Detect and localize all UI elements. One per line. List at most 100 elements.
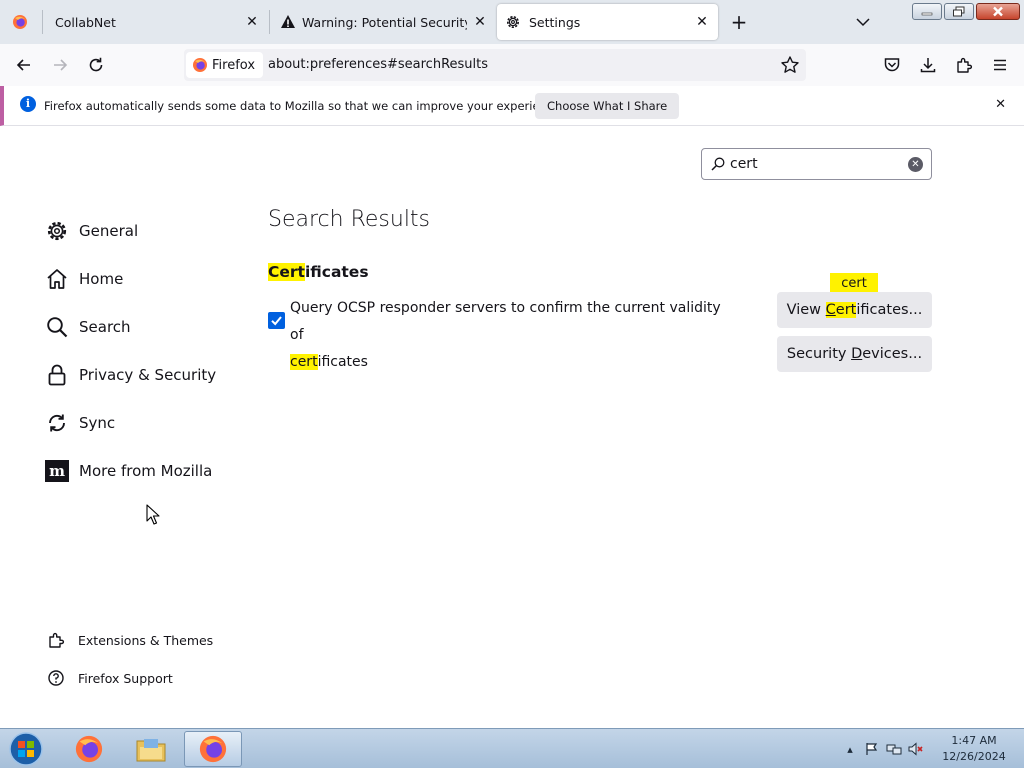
sidebar-footer: Extensions & Themes Firefox Support bbox=[46, 621, 213, 697]
url-bar[interactable]: Firefox about:preferences#searchResults bbox=[184, 49, 806, 81]
gear-icon bbox=[507, 16, 519, 28]
sidebar-item-privacy[interactable]: Privacy & Security bbox=[44, 351, 244, 399]
firefox-icon bbox=[193, 58, 207, 72]
windows-taskbar: ▴ 1:47 AM 12/26/2024 bbox=[0, 728, 1024, 768]
close-icon[interactable]: ✕ bbox=[244, 14, 260, 30]
mouse-cursor-icon bbox=[146, 504, 160, 525]
action-center-flag-icon[interactable] bbox=[864, 741, 880, 757]
downloads-button[interactable] bbox=[916, 53, 940, 77]
pocket-button[interactable] bbox=[880, 53, 904, 77]
extensions-button[interactable] bbox=[952, 53, 976, 77]
search-highlight: Cert bbox=[268, 263, 305, 281]
search-icon bbox=[711, 157, 725, 171]
accesskey: D bbox=[851, 346, 863, 362]
tab-settings[interactable]: Settings ✕ bbox=[497, 4, 718, 40]
forward-button[interactable] bbox=[48, 53, 72, 77]
restore-button[interactable] bbox=[944, 3, 974, 20]
start-button[interactable] bbox=[6, 731, 46, 767]
window-controls bbox=[912, 3, 1020, 20]
ocsp-setting: Query OCSP responder servers to confirm … bbox=[268, 295, 728, 376]
tab-collabnet[interactable]: CollabNet ✕ bbox=[43, 0, 268, 44]
windows-logo-icon bbox=[9, 732, 43, 766]
sidebar-item-label: General bbox=[79, 222, 139, 240]
minimize-icon bbox=[921, 12, 933, 15]
network-icon[interactable] bbox=[886, 741, 902, 757]
label-text: ificates bbox=[317, 354, 368, 370]
section-title-rest: ificates bbox=[304, 263, 369, 281]
search-highlight: cert bbox=[290, 354, 318, 370]
volume-muted-icon[interactable] bbox=[908, 741, 924, 757]
download-icon bbox=[920, 58, 936, 73]
taskbar-clock[interactable]: 1:47 AM 12/26/2024 bbox=[934, 733, 1014, 765]
label-text: Query OCSP responder servers to confirm … bbox=[290, 300, 721, 343]
category-nav: General Home Search Privacy & Security S… bbox=[44, 207, 244, 495]
chevron-down-icon[interactable] bbox=[854, 13, 872, 31]
menu-button[interactable] bbox=[988, 53, 1012, 77]
sidebar-item-search[interactable]: Search bbox=[44, 303, 244, 351]
tab-pinned-firefox[interactable] bbox=[0, 0, 42, 44]
extensions-themes-link[interactable]: Extensions & Themes bbox=[46, 621, 213, 659]
button-text: Security bbox=[786, 346, 852, 362]
puzzle-icon bbox=[46, 630, 66, 650]
hamburger-icon bbox=[994, 59, 1006, 71]
minimize-button[interactable] bbox=[912, 3, 942, 20]
choose-what-i-share-button[interactable]: Choose What I Share bbox=[535, 93, 680, 119]
info-icon: i bbox=[20, 96, 36, 112]
back-button[interactable] bbox=[12, 53, 36, 77]
button-text: View bbox=[786, 302, 826, 318]
gear-icon bbox=[44, 218, 70, 244]
sidebar-item-label: Home bbox=[79, 270, 124, 288]
taskbar-file-explorer[interactable] bbox=[122, 731, 180, 767]
search-value: cert bbox=[730, 156, 758, 172]
close-icon[interactable]: ✕ bbox=[995, 97, 1006, 112]
lock-icon bbox=[44, 362, 70, 388]
footer-link-label: Extensions & Themes bbox=[78, 632, 214, 648]
firefox-support-link[interactable]: Firefox Support bbox=[46, 659, 213, 697]
clear-search-icon[interactable]: ✕ bbox=[908, 157, 923, 172]
ocsp-checkbox-label[interactable]: Query OCSP responder servers to confirm … bbox=[290, 295, 728, 376]
view-certificates-button[interactable]: View Certificates... bbox=[777, 292, 932, 328]
tab-strip: CollabNet ✕ Warning: Potential Security … bbox=[0, 0, 1024, 44]
tab-label: Warning: Potential Security Risk Ahead bbox=[302, 14, 467, 30]
star-icon[interactable] bbox=[780, 55, 800, 75]
arrow-right-icon bbox=[54, 59, 68, 71]
identity-box[interactable]: Firefox bbox=[186, 52, 264, 78]
identity-label: Firefox bbox=[212, 57, 256, 73]
show-hidden-icons-icon[interactable]: ▴ bbox=[842, 741, 858, 757]
footer-link-label: Firefox Support bbox=[78, 670, 173, 686]
reload-icon bbox=[89, 57, 103, 72]
security-devices-button[interactable]: Security Devices... bbox=[777, 336, 932, 372]
checkmark-icon bbox=[271, 316, 282, 326]
url-text[interactable]: about:preferences#searchResults bbox=[268, 57, 488, 72]
sidebar-item-label: Sync bbox=[79, 414, 116, 432]
clock-time: 1:47 AM bbox=[951, 734, 997, 747]
taskbar-firefox-active[interactable] bbox=[184, 731, 242, 767]
sidebar-item-more-from-mozilla[interactable]: m More from Mozilla bbox=[44, 447, 244, 495]
ocsp-checkbox[interactable] bbox=[268, 312, 285, 329]
firefox-icon bbox=[199, 735, 227, 763]
navigation-toolbar: Firefox about:preferences#searchResults bbox=[0, 44, 1024, 86]
notification-message: Firefox automatically sends some data to… bbox=[44, 99, 564, 113]
data-reporting-notification: i Firefox automatically sends some data … bbox=[0, 86, 1024, 126]
preferences-content: cert ✕ General Home Search Privacy & Sec… bbox=[0, 127, 1024, 728]
sidebar-item-label: More from Mozilla bbox=[79, 462, 213, 480]
close-window-button[interactable] bbox=[976, 3, 1020, 20]
sidebar-item-label: Privacy & Security bbox=[79, 366, 217, 384]
firefox-icon bbox=[13, 15, 27, 29]
new-tab-button[interactable]: + bbox=[728, 12, 750, 34]
home-icon bbox=[44, 266, 70, 292]
reload-button[interactable] bbox=[84, 53, 108, 77]
button-text: ificates... bbox=[856, 302, 923, 318]
close-icon[interactable]: ✕ bbox=[694, 14, 710, 30]
sidebar-item-label: Search bbox=[79, 318, 131, 336]
sidebar-item-general[interactable]: General bbox=[44, 207, 244, 255]
close-icon[interactable]: ✕ bbox=[472, 14, 488, 30]
sidebar-item-home[interactable]: Home bbox=[44, 255, 244, 303]
taskbar-firefox[interactable] bbox=[60, 731, 118, 767]
help-icon bbox=[46, 668, 66, 688]
settings-search-input[interactable]: cert ✕ bbox=[701, 148, 932, 180]
tab-security-warning[interactable]: Warning: Potential Security Risk Ahead ✕ bbox=[270, 0, 494, 44]
sidebar-item-sync[interactable]: Sync bbox=[44, 399, 244, 447]
pocket-icon bbox=[884, 58, 900, 72]
warning-icon bbox=[281, 15, 295, 28]
